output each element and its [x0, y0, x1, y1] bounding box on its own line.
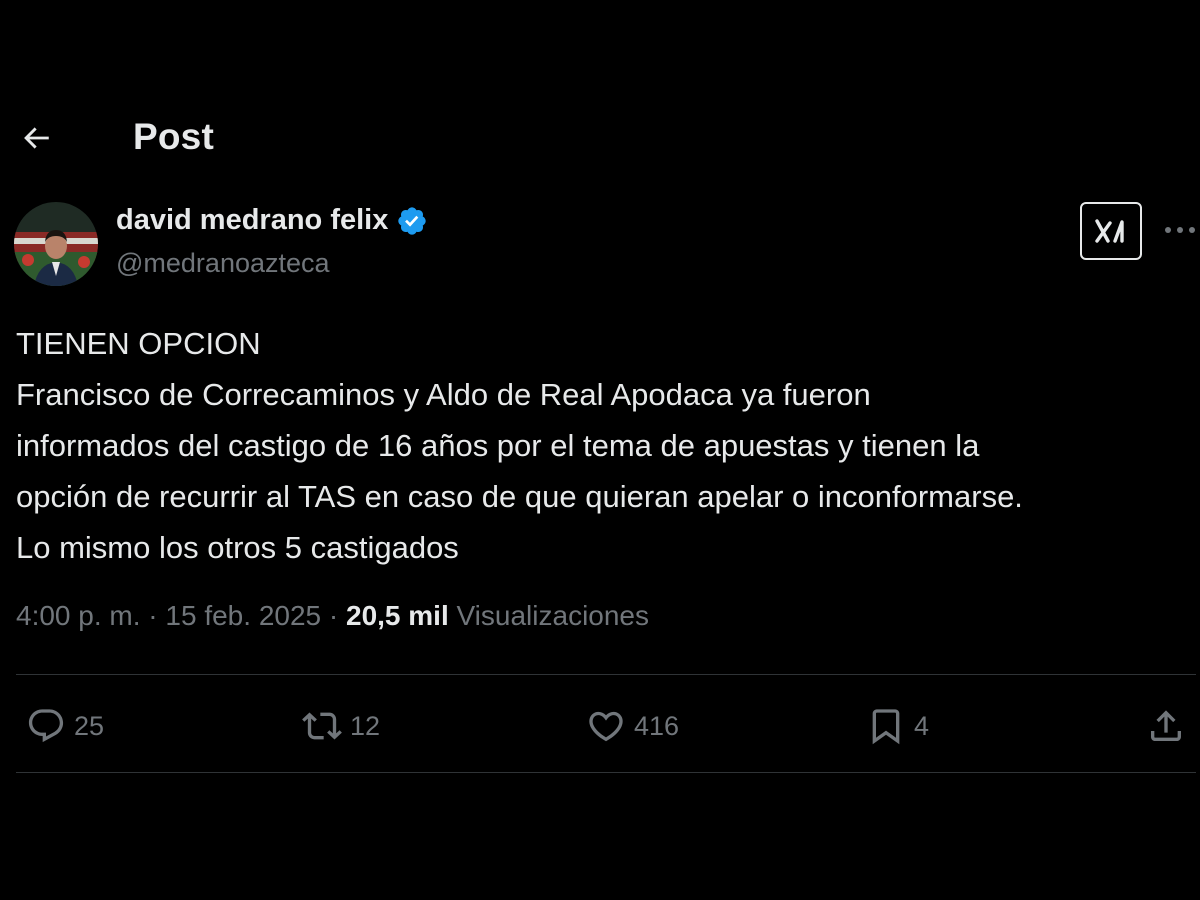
author-name-row[interactable]: david medrano felix: [116, 204, 428, 237]
grok-button[interactable]: [1080, 202, 1142, 260]
like-button[interactable]: 416: [586, 704, 679, 748]
post-text-line: informados del castigo de 16 años por el…: [16, 428, 980, 463]
heart-icon: [586, 706, 626, 746]
divider: [16, 772, 1196, 773]
post-date[interactable]: 15 feb. 2025: [165, 600, 321, 631]
post-text: TIENEN OPCION Francisco de Correcaminos …: [16, 318, 1196, 573]
meta-separator: ·: [328, 600, 339, 631]
post-meta: 4:00 p. m. · 15 feb. 2025 · 20,5 mil Vis…: [16, 600, 649, 632]
post-text-line: opción de recurrir al TAS en caso de que…: [16, 479, 1023, 514]
share-icon: [1146, 706, 1186, 746]
repost-button[interactable]: 12: [302, 704, 380, 748]
reply-button[interactable]: 25: [26, 704, 104, 748]
like-count: 416: [634, 710, 680, 741]
author-name: david medrano felix: [116, 204, 389, 236]
post-text-line: Francisco de Correcaminos y Aldo de Real…: [16, 377, 871, 412]
bookmark-count: 4: [914, 710, 930, 741]
post-text-line: TIENEN OPCION: [16, 326, 261, 361]
bookmark-icon: [866, 706, 906, 746]
views-count: 20,5 mil: [346, 600, 449, 631]
author-handle[interactable]: @medranoazteca: [116, 248, 330, 279]
bookmark-button[interactable]: 4: [866, 704, 929, 748]
meta-separator: ·: [148, 600, 158, 631]
repost-icon: [302, 706, 342, 746]
avatar[interactable]: [14, 202, 98, 286]
top-header: Post: [0, 108, 1200, 168]
post-author: david medrano felix @medranoazteca: [14, 202, 1195, 292]
back-button[interactable]: [14, 116, 58, 160]
page-title: Post: [133, 116, 214, 157]
more-dots-icon: [1163, 225, 1197, 235]
reply-count: 25: [74, 710, 105, 741]
reply-icon: [26, 706, 66, 746]
post-time[interactable]: 4:00 p. m.: [16, 600, 141, 631]
divider: [16, 674, 1196, 675]
post-text-line: Lo mismo los otros 5 castigados: [16, 530, 459, 565]
repost-count: 12: [350, 710, 381, 741]
share-button[interactable]: [1146, 704, 1186, 748]
views-label: Visualizaciones: [456, 600, 650, 631]
arrow-left-icon: [19, 121, 53, 155]
verified-badge-icon: [396, 205, 428, 237]
action-bar: 25 12 416 4: [0, 690, 1200, 762]
more-options-button[interactable]: [1160, 210, 1200, 250]
grok-icon: [1093, 215, 1129, 247]
